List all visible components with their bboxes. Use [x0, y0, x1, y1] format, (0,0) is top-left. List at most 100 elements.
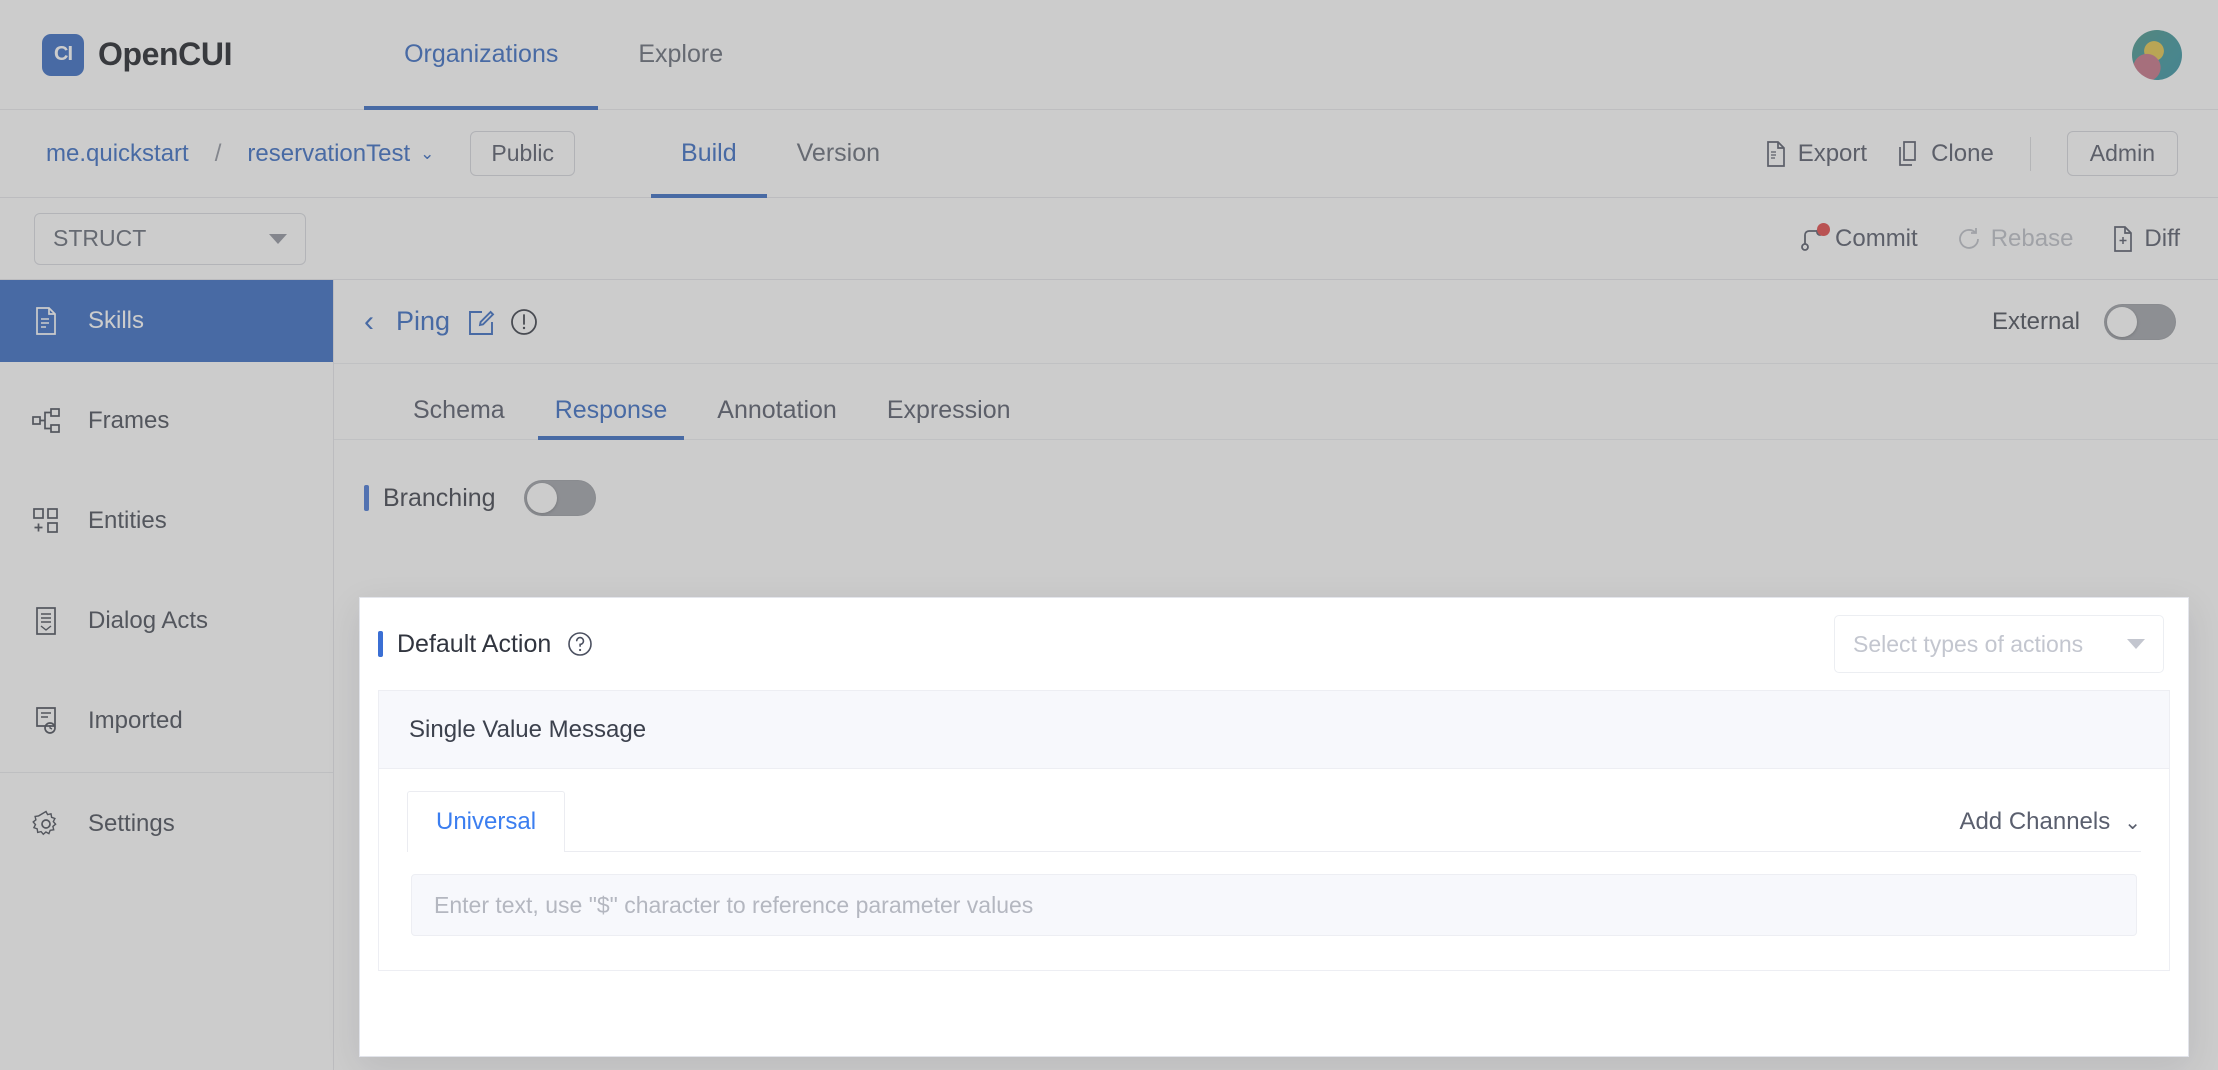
brand[interactable]: CI OpenCUI — [42, 33, 233, 76]
branching-label: Branching — [383, 483, 496, 512]
single-value-message-body: Universal Add Channels ⌄ — [379, 769, 2169, 970]
sidebar-label-dialog-acts: Dialog Acts — [88, 607, 209, 634]
tab-expression[interactable]: Expression — [870, 396, 1028, 439]
left-sidebar: Skills Frames Entities Dialog Acts Impor… — [0, 280, 334, 1070]
clone-button[interactable]: Clone — [1897, 140, 1994, 168]
list-doc-icon — [30, 607, 62, 635]
user-avatar-icon[interactable] — [2132, 29, 2182, 80]
external-toggle-group: External — [1991, 303, 2176, 340]
branching-toggle[interactable] — [523, 480, 596, 516]
question-circle-icon[interactable] — [567, 631, 593, 657]
project-tabs: Build Version — [651, 110, 910, 198]
sidebar-item-skills[interactable]: Skills — [0, 280, 333, 362]
tab-build[interactable]: Build — [651, 110, 767, 198]
nav-tab-organizations[interactable]: Organizations — [364, 0, 599, 110]
struct-toolbar: STRUCT Commit Rebase Diff — [0, 198, 2218, 280]
sidebar-label-skills: Skills — [88, 307, 145, 334]
section-accent-bar — [364, 485, 369, 511]
clone-copy-icon — [1897, 140, 1921, 167]
top-nav-tabs: Organizations Explore — [364, 0, 763, 110]
clone-label: Clone — [1931, 139, 1994, 167]
chevron-down-icon: ⌄ — [2124, 811, 2141, 834]
diff-file-icon — [2111, 225, 2135, 252]
export-button[interactable]: Export — [1764, 140, 1867, 168]
export-file-icon — [1764, 140, 1788, 167]
breadcrumb: me.quickstart / reservationTest ⌄ Public — [46, 131, 576, 176]
struct-dropdown[interactable]: STRUCT — [34, 212, 306, 265]
breadcrumb-bar: me.quickstart / reservationTest ⌄ Public… — [0, 110, 2218, 198]
external-label: External — [1991, 307, 2080, 335]
chevron-down-icon — [269, 233, 287, 244]
app-root: CI OpenCUI Organizations Explore me.quic… — [0, 0, 2218, 1070]
doc-refresh-icon — [30, 707, 62, 735]
chevron-down-icon — [2127, 639, 2145, 649]
page-title: Ping — [396, 306, 451, 336]
add-block-icon — [30, 507, 62, 535]
struct-dropdown-value: STRUCT — [53, 225, 147, 251]
skill-tabs: Schema Response Annotation Expression — [334, 364, 2218, 440]
select-action-types-dropdown[interactable]: Select types of actions — [1834, 615, 2164, 673]
default-action-card: Default Action Select types of actions S… — [360, 598, 2188, 1056]
tab-response[interactable]: Response — [537, 396, 685, 440]
default-action-title: Default Action — [397, 629, 552, 658]
select-action-types-placeholder: Select types of actions — [1853, 630, 2084, 657]
exclamation-circle-icon[interactable] — [510, 308, 538, 336]
divider — [2029, 136, 2031, 171]
sidebar-label-entities: Entities — [88, 507, 167, 534]
sidebar-item-imported[interactable]: Imported — [0, 680, 333, 762]
channel-tab-universal[interactable]: Universal — [407, 791, 566, 852]
commit-button[interactable]: Commit — [1800, 222, 1918, 253]
document-icon — [30, 307, 62, 335]
edit-square-icon[interactable] — [468, 308, 496, 336]
sidebar-item-dialog-acts[interactable]: Dialog Acts — [0, 580, 333, 662]
sidebar-label-imported: Imported — [88, 707, 183, 734]
breadcrumb-actions: Export Clone Admin — [1764, 131, 2178, 176]
back-chevron-icon[interactable]: ‹ — [364, 306, 374, 337]
sidebar-item-entities[interactable]: Entities — [0, 480, 333, 562]
breadcrumb-org[interactable]: me.quickstart — [46, 140, 189, 168]
message-input-wrapper — [379, 852, 2169, 970]
visibility-badge[interactable]: Public — [470, 131, 576, 176]
sidebar-divider — [0, 772, 333, 773]
breadcrumb-separator: / — [214, 139, 222, 167]
channel-tabs-underline — [407, 851, 2141, 852]
tab-version[interactable]: Version — [767, 110, 910, 198]
diff-label: Diff — [2144, 224, 2180, 252]
default-action-header: Default Action Select types of actions — [360, 598, 2188, 690]
tab-annotation[interactable]: Annotation — [700, 396, 854, 439]
single-value-message-block: Single Value Message Universal Add Chann… — [378, 690, 2170, 971]
top-navigation-bar: CI OpenCUI Organizations Explore — [0, 0, 2218, 110]
sidebar-label-frames: Frames — [88, 407, 170, 434]
chevron-down-icon[interactable]: ⌄ — [420, 144, 434, 164]
brand-name: OpenCUI — [98, 36, 233, 72]
external-toggle[interactable] — [2104, 303, 2176, 340]
admin-button[interactable]: Admin — [2066, 131, 2178, 176]
commit-change-indicator — [1817, 222, 1831, 236]
commit-label: Commit — [1835, 224, 1918, 252]
section-accent-bar — [378, 631, 383, 657]
rebase-button: Rebase — [1956, 224, 2074, 253]
toggle-knob — [526, 483, 557, 513]
sidebar-item-frames[interactable]: Frames — [0, 380, 333, 462]
toggle-knob — [2107, 306, 2137, 337]
refresh-icon — [1956, 226, 1982, 252]
opencui-logo-icon: CI — [42, 33, 84, 76]
diff-button[interactable]: Diff — [2111, 225, 2180, 253]
add-channels-button[interactable]: Add Channels ⌄ — [1959, 808, 2141, 852]
export-label: Export — [1797, 139, 1868, 167]
rebase-label: Rebase — [1990, 224, 2074, 252]
tab-schema[interactable]: Schema — [396, 396, 522, 439]
channel-tabs-row: Universal Add Channels ⌄ — [379, 769, 2169, 852]
sidebar-label-settings: Settings — [88, 810, 175, 837]
branching-label-group: Branching — [364, 484, 496, 513]
sidebar-item-settings[interactable]: Settings — [0, 783, 333, 865]
nav-tab-explore[interactable]: Explore — [598, 0, 763, 110]
add-channels-label: Add Channels — [1959, 808, 2111, 835]
sitemap-icon — [30, 408, 62, 434]
message-text-input[interactable] — [411, 874, 2137, 936]
breadcrumb-project[interactable]: reservationTest — [247, 140, 410, 168]
